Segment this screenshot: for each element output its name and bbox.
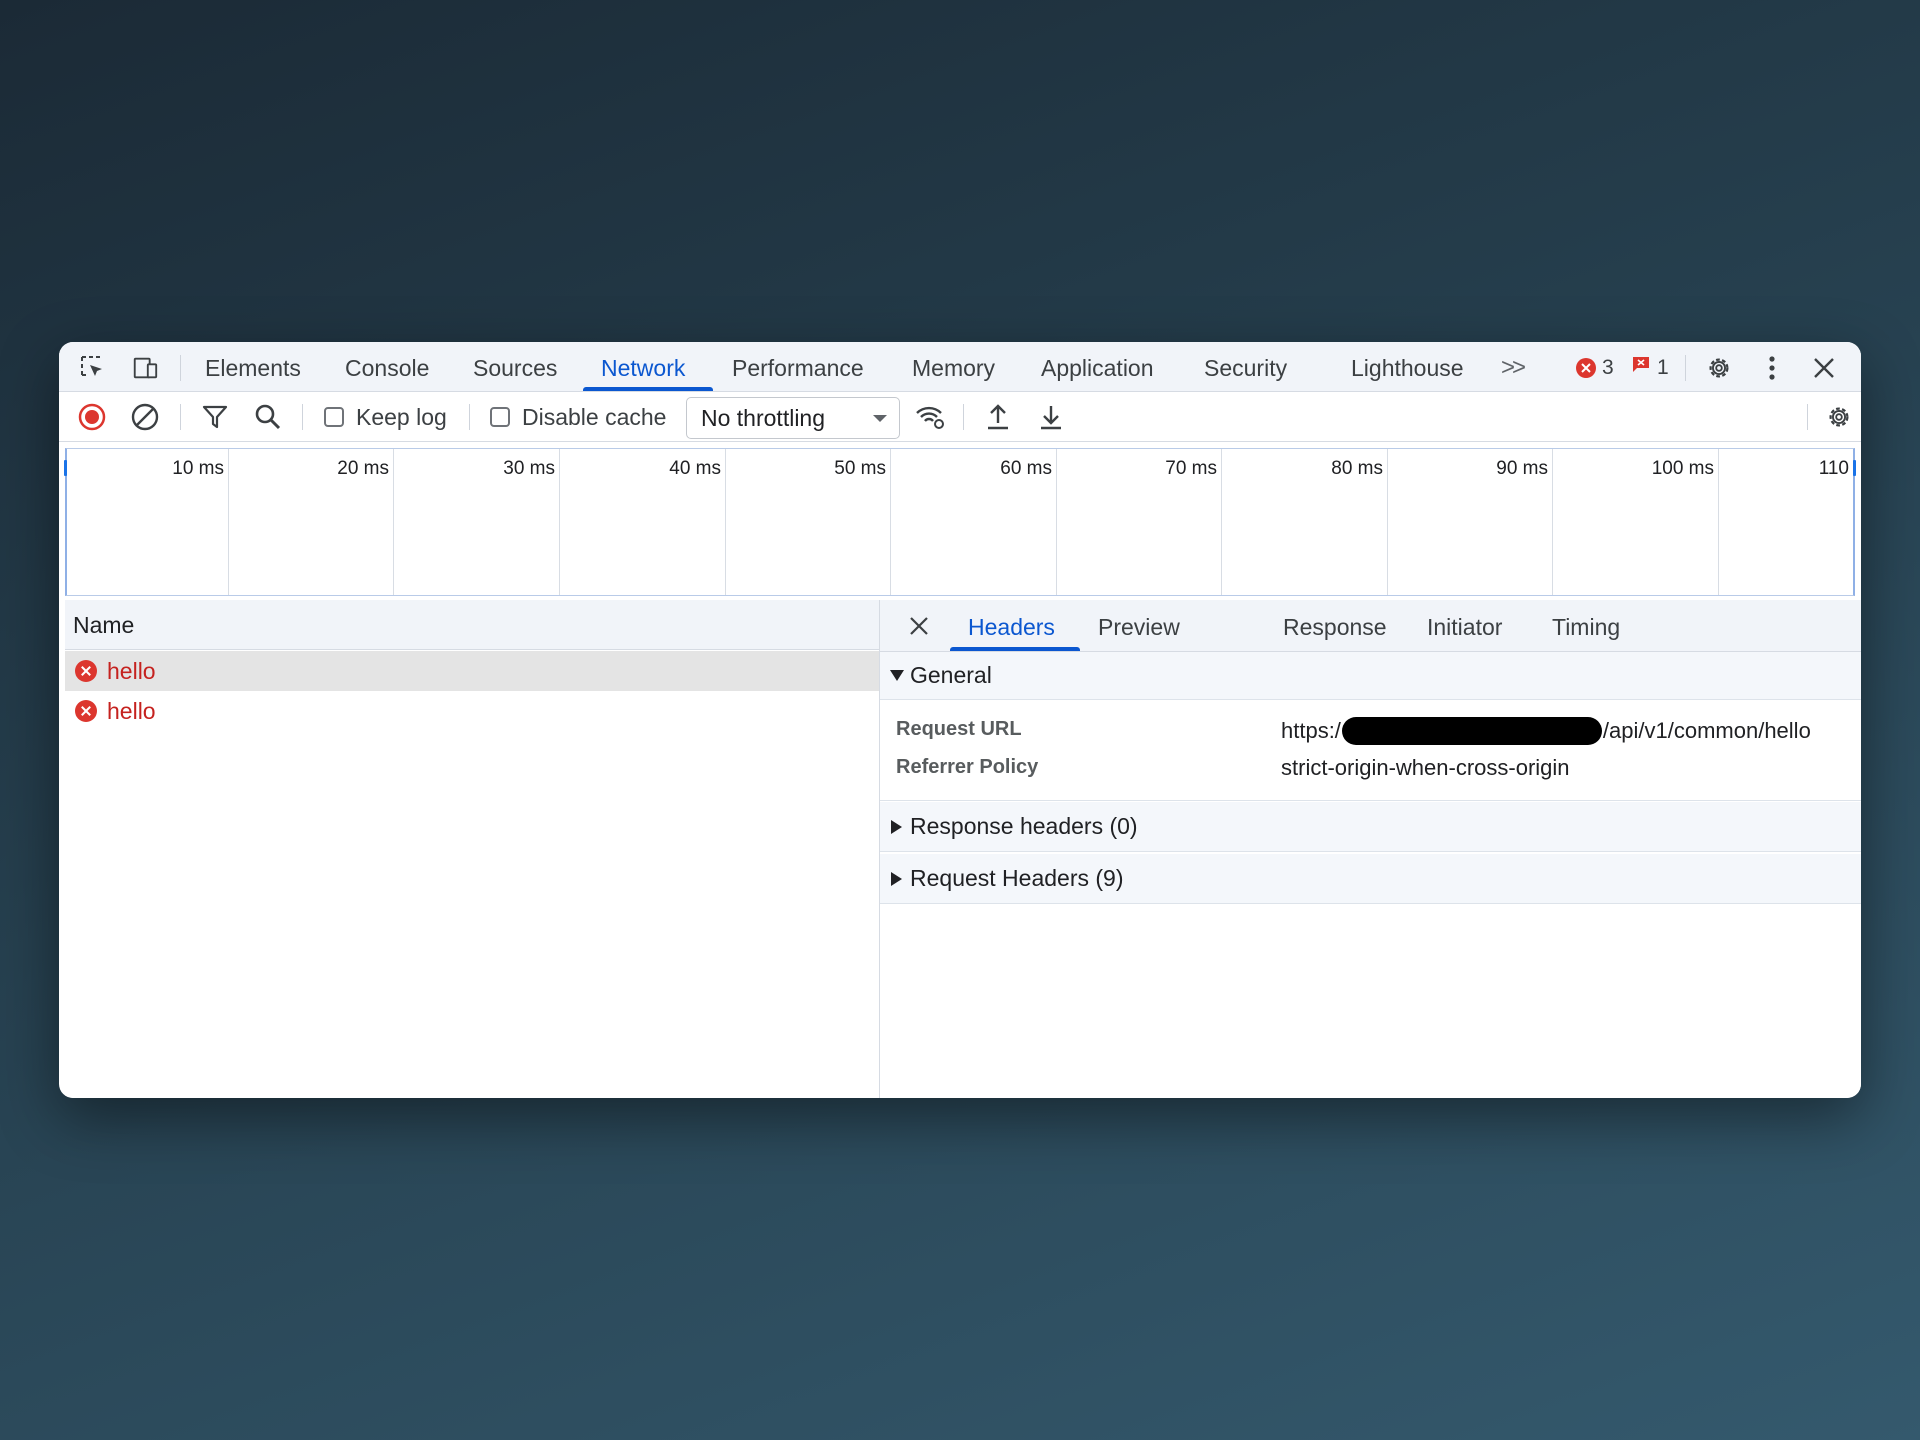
tab-performance[interactable]: Performance: [732, 342, 864, 392]
expand-triangle-icon: [891, 871, 902, 886]
tab-application[interactable]: Application: [1041, 342, 1154, 392]
name-column-header[interactable]: Name: [65, 600, 879, 650]
network-toolbar: Keep log Disable cache No throttling: [59, 392, 1861, 442]
disable-cache-label: Disable cache: [522, 403, 667, 430]
tab-timing[interactable]: Timing: [1552, 600, 1620, 652]
close-details-icon[interactable]: [905, 612, 933, 640]
error-status-icon: [75, 660, 97, 682]
import-har-icon[interactable]: [984, 403, 1012, 431]
issue-count: 1: [1657, 356, 1669, 379]
expand-triangle-icon: [891, 819, 902, 834]
timeline-left-handle[interactable]: [64, 460, 67, 476]
tab-console[interactable]: Console: [345, 342, 429, 392]
toolbar-divider: [963, 404, 964, 430]
settings-gear-icon[interactable]: [1705, 354, 1733, 382]
network-timeline-overview[interactable]: 10 ms 20 ms 30 ms 40 ms 50 ms 60 ms 70 m…: [64, 448, 1856, 596]
toolbar-divider: [302, 404, 303, 430]
throttling-select[interactable]: No throttling: [686, 397, 900, 439]
issue-count-badge[interactable]: 1: [1631, 355, 1669, 381]
request-url-suffix: /api/v1/common/hello: [1602, 718, 1811, 743]
network-settings-gear-icon[interactable]: [1825, 403, 1853, 431]
tab-initiator[interactable]: Initiator: [1427, 600, 1502, 652]
request-name: hello: [107, 697, 156, 724]
tab-sources[interactable]: Sources: [473, 342, 557, 392]
request-headers-title: Request Headers (9): [910, 865, 1124, 891]
general-section-header[interactable]: General: [880, 652, 1861, 700]
request-row[interactable]: hello: [65, 691, 879, 731]
keep-log-box[interactable]: [324, 407, 344, 427]
clear-icon[interactable]: [131, 403, 159, 431]
toolbar-divider: [180, 404, 181, 430]
request-row[interactable]: hello: [65, 651, 879, 691]
disable-cache-box[interactable]: [490, 407, 510, 427]
inspect-element-icon[interactable]: [79, 354, 107, 382]
devtools-window: Elements Console Sources Network Perform…: [59, 342, 1861, 1098]
request-url-value[interactable]: https:/ /api/v1/common/hello: [1281, 717, 1811, 745]
tab-elements[interactable]: Elements: [205, 342, 301, 392]
referrer-policy-value[interactable]: strict-origin-when-cross-origin: [1281, 755, 1570, 781]
issue-flag-icon: [1631, 356, 1651, 380]
close-devtools-icon[interactable]: [1810, 354, 1838, 382]
tab-security[interactable]: Security: [1204, 342, 1287, 392]
devtools-tabbar: Elements Console Sources Network Perform…: [59, 342, 1861, 392]
tab-headers-underline: [950, 647, 1080, 651]
tabbar-divider: [180, 355, 181, 381]
collapse-triangle-icon: [890, 670, 904, 681]
referrer-policy-key: Referrer Policy: [896, 756, 1039, 778]
network-conditions-icon[interactable]: [914, 403, 948, 431]
tab-network[interactable]: Network: [601, 342, 685, 392]
tab-lighthouse[interactable]: Lighthouse: [1351, 342, 1464, 392]
more-options-icon[interactable]: [1758, 354, 1786, 382]
tab-memory[interactable]: Memory: [912, 342, 995, 392]
device-toolbar-icon[interactable]: [131, 354, 159, 382]
keep-log-checkbox[interactable]: Keep log: [324, 404, 447, 430]
disable-cache-checkbox[interactable]: Disable cache: [490, 404, 666, 430]
request-name: hello: [107, 657, 156, 684]
general-section-title: General: [910, 662, 992, 688]
referrer-policy-row: Referrer Policy strict-origin-when-cross…: [880, 750, 1861, 786]
error-status-icon: [75, 700, 97, 722]
request-details-pane: Headers Preview Response Initiator Timin…: [880, 600, 1861, 1098]
keep-log-label: Keep log: [356, 403, 447, 430]
request-url-row: Request URL https:/ /api/v1/common/hello: [880, 712, 1861, 748]
toolbar-divider: [1807, 404, 1808, 430]
export-har-icon[interactable]: [1037, 403, 1065, 431]
redacted-host-block: [1341, 717, 1602, 745]
tab-network-underline: [583, 387, 713, 391]
error-count-badge[interactable]: 3: [1576, 355, 1614, 381]
request-url-key: Request URL: [896, 718, 1022, 740]
response-headers-title: Response headers (0): [910, 813, 1138, 839]
tab-headers[interactable]: Headers: [968, 600, 1055, 652]
toolbar-divider: [469, 404, 470, 430]
chevron-down-icon: [873, 415, 887, 422]
timeline-right-handle[interactable]: [1853, 460, 1856, 476]
search-icon[interactable]: [254, 403, 282, 431]
filter-icon[interactable]: [201, 403, 229, 431]
throttling-value: No throttling: [701, 405, 826, 431]
request-headers-section-header[interactable]: Request Headers (9): [880, 854, 1861, 904]
details-tabbar: Headers Preview Response Initiator Timin…: [880, 600, 1861, 652]
general-section-body: Request URL https:/ /api/v1/common/hello…: [880, 700, 1861, 801]
record-stop-icon[interactable]: [78, 403, 106, 431]
more-tabs-icon[interactable]: >>: [1501, 342, 1526, 392]
response-headers-section-header[interactable]: Response headers (0): [880, 802, 1861, 852]
request-url-prefix: https:/: [1281, 718, 1341, 743]
error-count: 3: [1602, 356, 1614, 379]
tabbar-divider: [1685, 355, 1686, 381]
tab-preview[interactable]: Preview: [1098, 600, 1180, 652]
timeline-selection-frame: [65, 448, 1855, 596]
requests-pane: Name hello hello: [65, 600, 880, 1098]
tab-response[interactable]: Response: [1283, 600, 1387, 652]
error-icon: [1576, 358, 1596, 378]
